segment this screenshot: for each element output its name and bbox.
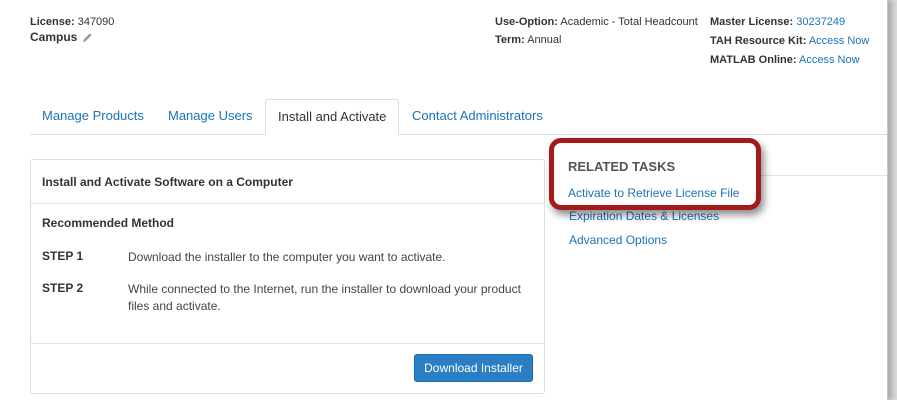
related-link-advanced-options[interactable]: Advanced Options (569, 233, 667, 247)
term-label: Term: (495, 34, 525, 46)
use-option-label: Use-Option: (495, 16, 558, 28)
card-footer: Download Installer (31, 343, 544, 393)
tab-manage-users[interactable]: Manage Users (156, 99, 265, 136)
tab-bar: Manage Products Manage Users Install and… (30, 99, 887, 136)
tah-kit-label: TAH Resource Kit: (710, 35, 807, 47)
callout-title: RELATED TASKS (568, 159, 676, 174)
highlight-callout: RELATED TASKS Activate to Retrieve Licen… (549, 138, 761, 210)
related-link-expiration[interactable]: Expiration Dates & Licenses (569, 209, 719, 223)
step-1-label: STEP 1 (42, 249, 84, 263)
license-name: Campus (30, 30, 78, 44)
tab-install-and-activate[interactable]: Install and Activate (265, 99, 400, 136)
master-license-link[interactable]: 30237249 (796, 16, 845, 28)
term-value: Annual (527, 34, 562, 46)
license-label: License: (30, 16, 75, 28)
tah-kit-link[interactable]: Access Now (809, 35, 870, 47)
license-number: 347090 (77, 16, 115, 28)
use-option-value: Academic - Total Headcount (560, 16, 698, 28)
license-info: License: 347090 Campus (30, 15, 114, 44)
master-license-info: Master License: 30237249 TAH Resource Ki… (710, 15, 869, 72)
tab-contact-administrators[interactable]: Contact Administrators (400, 99, 555, 136)
step-1-text: Download the installer to the computer y… (128, 250, 446, 264)
download-installer-button[interactable]: Download Installer (414, 354, 533, 382)
related-link-activate[interactable]: Activate to Retrieve License File (568, 186, 739, 200)
card-title: Install and Activate Software on a Compu… (31, 160, 544, 204)
install-card: Install and Activate Software on a Compu… (30, 159, 545, 394)
step-2-text: While connected to the Internet, run the… (128, 282, 521, 313)
master-license-label: Master License: (710, 16, 794, 28)
matlab-online-link[interactable]: Access Now (799, 54, 860, 66)
matlab-online-label: MATLAB Online: (710, 54, 797, 66)
step-2-label: STEP 2 (42, 281, 84, 295)
license-panel: License: 347090 Campus Use-Option: Acade… (0, 0, 888, 400)
tab-manage-products[interactable]: Manage Products (30, 99, 156, 136)
recommended-method-heading: Recommended Method (42, 216, 175, 230)
use-option-info: Use-Option: Academic - Total Headcount T… (495, 15, 698, 51)
pencil-icon[interactable] (82, 32, 93, 43)
